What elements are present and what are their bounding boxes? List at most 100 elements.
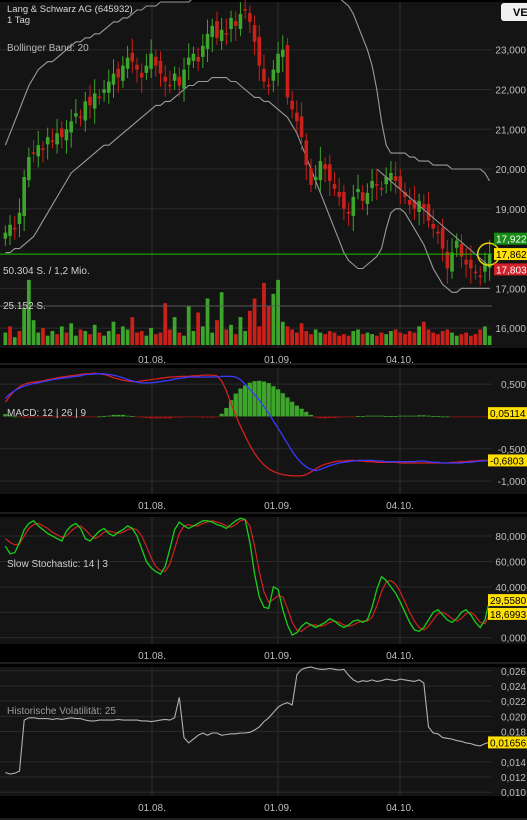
volume-bar — [83, 331, 88, 345]
candle-body — [27, 157, 31, 181]
volume-bar — [144, 335, 149, 345]
macd-histogram-bar — [346, 416, 351, 418]
macd-histogram-bar — [369, 415, 375, 417]
volume-bar — [177, 332, 182, 345]
volume-bar — [421, 321, 426, 345]
macd-histogram-bar — [87, 416, 93, 418]
macd-histogram-bar — [139, 416, 144, 418]
candle-body — [271, 69, 276, 81]
volume-bar — [92, 324, 97, 345]
x-tick-label: 04.10. — [386, 501, 414, 512]
macd-histogram-bar — [388, 416, 394, 417]
candle-body — [163, 76, 168, 82]
volume-bar — [163, 303, 168, 345]
candle-body — [431, 223, 436, 229]
candle-body — [64, 129, 69, 141]
macd-histogram-bar — [196, 416, 201, 418]
candle-body — [205, 33, 210, 49]
macd-histogram-bar — [351, 416, 356, 418]
macd-histogram-bar — [421, 415, 426, 417]
macd-histogram-bar — [205, 416, 210, 418]
volume-bar — [229, 324, 233, 345]
macd-y-tick: -0,500 — [498, 445, 527, 456]
macd-histogram-bar — [111, 414, 116, 417]
candle-body — [280, 49, 285, 57]
price-y-tick: 17,000 — [495, 284, 526, 295]
volume-bar — [337, 335, 342, 345]
price-y-tick: 19,000 — [495, 205, 526, 216]
macd-histogram-bar — [308, 414, 314, 417]
candle-body — [473, 271, 478, 274]
macd-histogram-bar — [134, 416, 140, 418]
x-tick-label: 04.10. — [386, 651, 414, 662]
volume-bar — [346, 335, 351, 345]
x-tick-label: 01.08. — [138, 803, 166, 814]
candle-body — [215, 21, 219, 38]
volume-bar — [487, 335, 492, 345]
candle-body — [398, 176, 403, 189]
macd-histogram-bar — [341, 416, 347, 418]
candle-body — [351, 196, 356, 216]
volume-bar — [445, 329, 450, 345]
candle-body — [186, 57, 191, 65]
candle-body — [313, 176, 318, 181]
volatility-y-tick: 0,014 — [501, 758, 526, 769]
macd-histogram-bar — [125, 415, 130, 417]
macd-value-label: 0,05114 — [490, 409, 526, 420]
macd-histogram-bar — [398, 415, 403, 417]
ve-badge[interactable]: VE — [501, 3, 527, 21]
volatility-y-tick: 0,020 — [501, 712, 526, 723]
volume-bar — [266, 306, 271, 345]
volume-bar — [323, 334, 327, 345]
volume-bar — [153, 334, 158, 345]
candle-body — [304, 140, 309, 166]
volume-bar — [88, 334, 92, 345]
volume-bar — [483, 326, 487, 345]
candle-body — [121, 65, 125, 81]
macd-histogram-bar — [280, 393, 285, 417]
price-y-tick: 20,000 — [495, 165, 526, 176]
volume-bar — [304, 331, 309, 345]
macd-histogram-bar — [97, 416, 102, 418]
macd-y-tick: -1,000 — [498, 477, 527, 488]
candle-body — [266, 84, 271, 87]
macd-histogram-bar — [365, 415, 370, 417]
macd-histogram-bar — [412, 415, 417, 417]
macd-histogram-bar — [417, 415, 422, 417]
candle-body — [478, 275, 483, 278]
macd-histogram-bar — [167, 416, 173, 419]
volume-bar — [55, 334, 59, 345]
volume-bar — [26, 279, 31, 345]
x-tick-label: 01.09. — [264, 355, 292, 366]
candle-body — [262, 68, 266, 82]
volume-bar — [468, 335, 473, 345]
macd-histogram-bar — [454, 416, 459, 418]
macd-histogram-bar — [271, 386, 276, 417]
volume-bar — [280, 321, 285, 345]
x-tick-label: 01.09. — [264, 501, 292, 512]
candle-body — [41, 148, 45, 150]
price-y-tick: 23,000 — [495, 46, 526, 57]
macd-histogram-bar — [186, 416, 191, 418]
volume-bar — [31, 320, 36, 345]
macd-histogram-bar — [304, 411, 309, 417]
candle-body — [154, 56, 158, 66]
candle-body — [130, 52, 135, 62]
volume-bar — [403, 334, 407, 345]
macd-histogram-bar — [177, 416, 182, 418]
price-value-label: 17,862 — [496, 250, 527, 261]
volume-bar — [59, 326, 64, 345]
candle-body — [454, 240, 459, 248]
candle-body — [111, 73, 116, 85]
volume-bar — [8, 326, 12, 345]
price-y-tick: 21,000 — [495, 125, 526, 136]
volume-bar — [294, 332, 299, 345]
macd-histogram-bar — [393, 416, 398, 417]
candle-body — [229, 17, 233, 30]
macd-histogram-bar — [360, 416, 365, 417]
macd-histogram-bar — [181, 416, 187, 418]
macd-histogram-bar — [116, 414, 121, 417]
x-tick-label: 04.10. — [386, 355, 414, 366]
macd-histogram-bar — [120, 414, 126, 417]
candle-body — [172, 73, 177, 81]
